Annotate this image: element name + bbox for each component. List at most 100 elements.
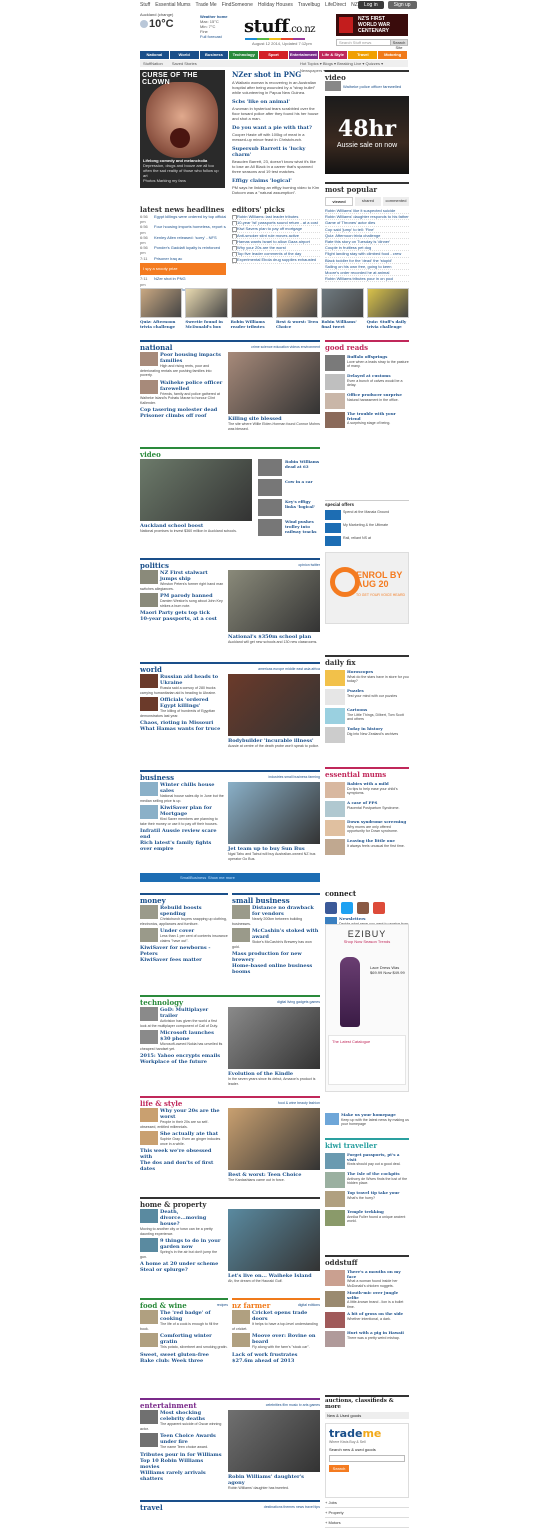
world-heading-text[interactable]: world [140, 665, 162, 674]
item-headline[interactable]: The trouble with your friend [347, 411, 409, 421]
dailyfix-item[interactable]: Puzzles Test your mind with our puzzles [325, 688, 409, 705]
story-headline[interactable]: KiwiSaver fees matter [140, 957, 228, 963]
video-thumb[interactable] [258, 459, 282, 476]
lead-title[interactable]: CURSE OF THE CLOWN [142, 72, 225, 86]
video-thumb[interactable] [258, 499, 282, 516]
life-tags[interactable]: food & wine beauty fashion [278, 1101, 320, 1105]
story-thumb[interactable] [140, 1333, 158, 1347]
trademe-search-input[interactable] [329, 1455, 405, 1462]
entertainment-heading[interactable]: entertainment celebrities film music tv a… [140, 1398, 320, 1410]
search-button[interactable]: Search Site [390, 39, 408, 50]
mums-item-photo[interactable] [325, 820, 345, 836]
mums-item[interactable]: A case of PPS Placental Postpartum Syndro… [325, 800, 409, 817]
mums-item-photo[interactable] [325, 782, 345, 798]
nav-item-entertainment[interactable]: Entertainment [288, 51, 319, 59]
story-headline[interactable]: KiwiSaver for newborns - Peters [140, 945, 228, 957]
strip-label[interactable]: Robin Williams reader tributes [231, 319, 273, 329]
latest-headline[interactable]: NZer shot in PNG [154, 276, 226, 286]
strip-photo[interactable] [321, 288, 364, 318]
story-thumb[interactable] [140, 1410, 158, 1424]
story-headline[interactable]: Effigy claims 'logical' [232, 178, 320, 184]
feature-caption[interactable]: Robin Williams' daughter's agony [228, 1474, 320, 1486]
strip-item[interactable]: Robin Williams reader tributes [230, 288, 273, 334]
entertainment-feature-photo[interactable] [228, 1410, 320, 1472]
video-link[interactable]: Waiheke police officer farewelled [343, 84, 409, 89]
money-heading[interactable]: money [140, 893, 228, 905]
video-headline[interactable]: Robin Williams dead at 63 [285, 459, 320, 469]
story-headline[interactable]: Prisoner climbs off roof [140, 413, 224, 419]
life-feature-photo[interactable] [228, 1108, 320, 1170]
mums-item[interactable]: Down syndrome screening Why mums are only… [325, 819, 409, 836]
story-thumb[interactable] [140, 782, 158, 796]
video-headline[interactable]: Cow in a car [285, 479, 320, 484]
story-thumb[interactable] [232, 1333, 250, 1347]
stuffnation-link[interactable]: StuffNation [143, 61, 163, 66]
business-heading[interactable]: business industries small business farmin… [140, 770, 320, 782]
story-headline[interactable]: Williams rarely arrivals shatters [140, 1470, 224, 1482]
special-item[interactable]: My Marketing & the Ultimate [325, 523, 409, 533]
food-heading[interactable]: food & wine recipes [140, 1298, 228, 1310]
heading-text[interactable]: nz farmer [232, 1301, 270, 1310]
technology-feature-photo[interactable] [228, 1007, 320, 1069]
story-headline[interactable]: Home-based online business booms [232, 963, 320, 975]
strip-photo[interactable] [275, 288, 319, 318]
dailyfix-heading[interactable]: daily fix [325, 655, 409, 667]
strip-photo[interactable] [185, 288, 228, 318]
item-headline[interactable]: Forget passports, pt's a visit [347, 1152, 409, 1162]
special-text[interactable]: Spend at the Manaia Ground [343, 510, 389, 520]
mums-item[interactable]: Leaving the little one It always feels un… [325, 838, 409, 855]
link-lifedirect[interactable]: LifeDirect [325, 2, 346, 8]
video-thumb[interactable] [325, 81, 341, 91]
story-headline[interactable]: Infratil Aussie review scare end [140, 828, 224, 840]
business-heading-text[interactable]: business [140, 773, 174, 782]
link-trade-me[interactable]: Trade Me [196, 2, 217, 8]
story-headline[interactable]: Tributes pour in for Williams [140, 1452, 224, 1458]
entertainment-tags[interactable]: celebrities film music tv arts games [266, 1403, 320, 1407]
technology-tags[interactable]: digital living gadgets games [277, 1000, 320, 1004]
ezibuy-catalogue[interactable]: The Latest Catalogue [328, 1035, 406, 1085]
story-headline[interactable]: $27.6m ahead of 2013 [232, 1358, 320, 1364]
dailyfix-item-photo[interactable] [325, 689, 345, 705]
national-tags[interactable]: crime science education videos environme… [251, 345, 320, 349]
national-feature-photo[interactable] [228, 352, 320, 414]
story-headline[interactable]: Steal or splurge? [140, 1267, 224, 1273]
tab-viewed[interactable]: viewed [325, 197, 353, 206]
farmer-heading[interactable]: nz farmer digital editions [232, 1298, 320, 1310]
item-headline[interactable]: There's a mouths on my face [347, 1269, 409, 1279]
lead-meta[interactable]: Photos Marking my fans [143, 178, 186, 183]
goodreads-item-photo[interactable] [325, 412, 345, 428]
goodreads-item-photo[interactable] [325, 374, 345, 390]
special-text[interactable]: My Marketing & the Ultimate [343, 523, 388, 533]
smallbiz_sec-heading[interactable]: small business [232, 893, 320, 905]
story-headline[interactable]: Workplace of the future [140, 1059, 224, 1065]
world-heading[interactable]: world americas europe middle east asia af… [140, 662, 320, 674]
oddstuff-item-photo[interactable] [325, 1312, 345, 1328]
latest-headline[interactable]: Ponder's Gaddafi loyalty is reinforced [154, 245, 226, 255]
tab-commented[interactable]: commented [383, 197, 409, 206]
home-heading-text[interactable]: home & property [140, 1200, 206, 1209]
entertainment-heading-text[interactable]: entertainment [140, 1401, 197, 1410]
link-holiday-houses[interactable]: Holiday Houses [258, 2, 293, 8]
goodreads-item[interactable]: Office producer surprise Natural harassme… [325, 392, 409, 409]
story-thumb[interactable] [140, 1238, 158, 1252]
story-headline[interactable]: Do you want a pie with that? [232, 125, 320, 131]
oddstuff-item[interactable]: Hurt with a pig in Hawaii There was a pre… [325, 1330, 409, 1347]
accordion-jobs[interactable]: + Jobs [325, 1498, 409, 1508]
mums-heading[interactable]: essential mums [325, 767, 409, 779]
life-heading-text[interactable]: life & style [140, 1099, 182, 1108]
smallbiz-tag[interactable]: Show me more [208, 875, 235, 880]
search-input[interactable]: Search Stuff news Search Site [336, 39, 408, 50]
strip-label[interactable]: Best & worst: Teen Choice [276, 319, 318, 329]
latest-headline[interactable]: Egypt killings were ordered by top offic… [154, 214, 226, 224]
food-tags[interactable]: recipes [217, 1303, 228, 1307]
story-thumb[interactable] [140, 1007, 158, 1021]
nav-item-world[interactable]: World [169, 51, 200, 59]
weather-widget[interactable]: Auckland (change) 10°C Weather home Max:… [140, 12, 235, 46]
strip-item[interactable]: Sweetie found in McDonald's box [185, 288, 228, 334]
story-headline[interactable]: Supersub Barrett is 'lucky charm' [232, 146, 320, 158]
kiwi-item-photo[interactable] [325, 1210, 345, 1226]
technology-heading-text[interactable]: technology [140, 998, 183, 1007]
home-heading[interactable]: home & property [140, 1197, 320, 1209]
oddstuff-item[interactable]: Mouth-mic over jungle selfie A little-kno… [325, 1290, 409, 1309]
kiwi-item-photo[interactable] [325, 1172, 345, 1188]
